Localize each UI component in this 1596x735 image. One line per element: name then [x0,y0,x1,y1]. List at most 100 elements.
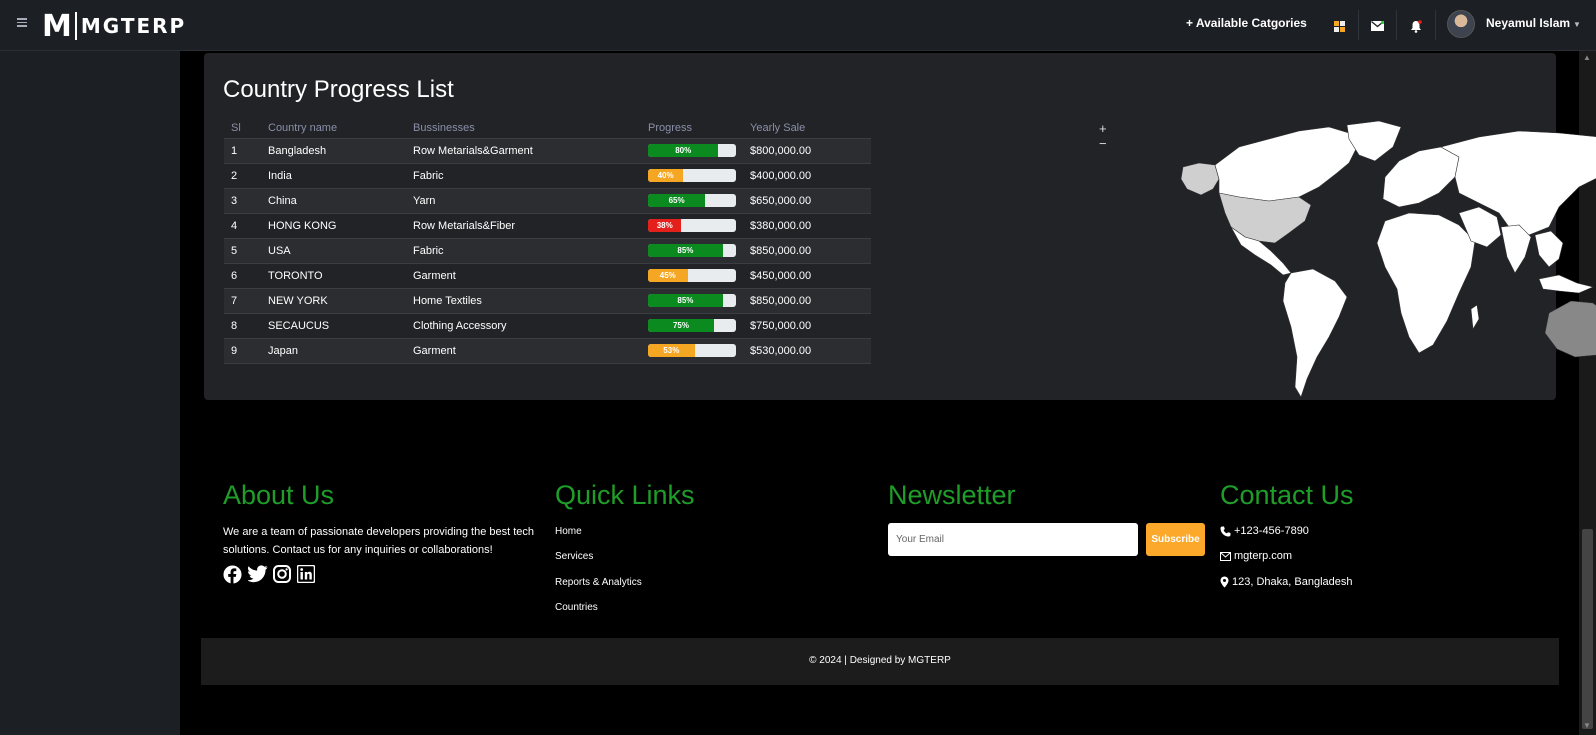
facebook-icon[interactable] [223,565,243,585]
map-region-indonesia [1538,274,1594,294]
newsletter-email-input[interactable] [888,523,1138,556]
user-menu[interactable]: Neyamul Islam ▼ [1486,16,1581,30]
twitter-icon[interactable] [247,565,268,585]
toolbar-divider [1358,10,1359,40]
cell-business: Yarn [406,188,641,214]
phone-icon [1220,526,1231,536]
logo-divider [74,12,77,40]
subscribe-button[interactable]: Subscribe [1146,523,1205,556]
toolbar-divider [1435,10,1436,40]
scrollbar-thumb[interactable] [1582,529,1593,729]
cell-progress: 85% [641,238,743,264]
cell-yearly-sale: $650,000.00 [743,188,871,214]
contact-address: 123, Dhaka, Bangladesh [1220,576,1352,588]
bell-icon[interactable] [1403,13,1429,39]
cell-business: Row Metarials&Garment [406,138,641,164]
map-region-alaska [1180,162,1220,196]
progress-bar: 45% [648,269,736,282]
progress-bar: 38% [648,219,736,232]
cell-country: China [261,188,406,214]
available-categories-link[interactable]: + Available Catgories [1186,16,1307,30]
map-region-africa [1376,212,1476,354]
quick-link-services[interactable]: Services [555,551,593,562]
progress-bar-fill: 53% [648,344,695,357]
table-row: 4 HONG KONG Row Metarials&Fiber 38% $380,000… [224,213,871,239]
cell-business: Garment [406,263,641,289]
user-name: Neyamul Islam [1486,16,1571,30]
table-row: 8 SECAUCUS Clothing Accessory 75% $750,000.0… [224,313,871,339]
about-us-text: We are a team of passionate developers p… [223,526,535,556]
progress-bar: 75% [648,319,736,332]
copyright-text: © 2024 | Designed by MGTERP [809,655,951,666]
avatar[interactable] [1447,10,1475,38]
quick-link-countries[interactable]: Countries [555,602,598,613]
contact-email-text: mgterp.com [1234,550,1293,562]
cell-business: Fabric [406,238,641,264]
table-header-row: Sl Country name Bussinesses Progress Yea… [224,118,871,139]
quick-link-reports[interactable]: Reports & Analytics [555,577,642,588]
map-region-canada [1214,126,1358,202]
progress-bar-fill: 80% [648,144,719,157]
cell-country: USA [261,238,406,264]
table-row: 5 USA Fabric 85% $850,000.00 [224,238,871,264]
cell-sl: 1 [224,138,261,164]
cell-progress: 40% [641,163,743,189]
column-header: Sl [224,118,261,139]
location-pin-icon [1220,576,1229,588]
cell-yearly-sale: $750,000.00 [743,313,871,339]
table-row: 2 India Fabric 40% $400,000.00 [224,163,871,189]
cell-country: HONG KONG [261,213,406,239]
menu-toggle-icon[interactable] [17,18,27,27]
about-us-title: About Us [223,480,335,510]
chevron-down-icon: ▼ [1573,20,1581,29]
progress-bar-fill: 65% [648,194,706,207]
progress-bar-fill: 85% [648,294,723,307]
cell-sl: 2 [224,163,261,189]
instagram-icon[interactable] [273,565,293,585]
cell-yearly-sale: $380,000.00 [743,213,871,239]
sidebar [0,51,180,735]
envelope-icon [1220,551,1231,561]
contact-phone-text: +123-456-7890 [1234,525,1309,537]
column-header: Yearly Sale [743,118,871,139]
toolbar-divider [1396,10,1397,40]
map-zoom-in-button[interactable]: + [1099,121,1107,136]
map-region-australia [1544,300,1596,358]
contact-us-title: Contact Us [1220,480,1354,510]
country-progress-card: Country Progress List Sl Country name Bu… [204,53,1596,400]
cell-sl: 8 [224,313,261,339]
cell-sl: 6 [224,263,261,289]
table-row: 7 NEW YORK Home Textiles 85% $850,000.00 [224,288,871,314]
grid-icon[interactable] [1326,13,1352,39]
progress-bar-fill: 85% [648,244,723,257]
map-region-usa [1218,192,1312,244]
contact-address-text: 123, Dhaka, Bangladesh [1232,576,1353,588]
cell-progress: 38% [641,213,743,239]
cell-business: Row Metarials&Fiber [406,213,641,239]
map-region-india [1500,224,1532,274]
logo-text: MGTERP [80,14,187,38]
cell-progress: 85% [641,288,743,314]
world-map[interactable] [1179,117,1596,405]
cell-yearly-sale: $850,000.00 [743,288,871,314]
linkedin-icon[interactable] [296,564,317,585]
mail-icon[interactable] [1364,13,1390,39]
progress-bar: 85% [648,294,736,307]
scroll-down-icon[interactable]: ▼ [1583,721,1591,730]
quick-link-home[interactable]: Home [555,526,582,537]
cell-yearly-sale: $530,000.00 [743,338,871,364]
newsletter-title: Newsletter [888,480,1016,510]
cell-business: Fabric [406,163,641,189]
progress-bar: 80% [648,144,736,157]
progress-bar-fill: 75% [648,319,714,332]
cell-sl: 5 [224,238,261,264]
cell-country: Bangladesh [261,138,406,164]
column-header: Progress [641,118,743,139]
scroll-up-icon[interactable]: ▲ [1583,53,1591,62]
map-region-madagascar [1470,304,1480,330]
logo[interactable]: M MGTERP [42,9,187,44]
map-region-south-america [1282,268,1348,398]
cell-yearly-sale: $850,000.00 [743,238,871,264]
map-zoom-out-button[interactable]: − [1099,136,1107,151]
cell-sl: 7 [224,288,261,314]
